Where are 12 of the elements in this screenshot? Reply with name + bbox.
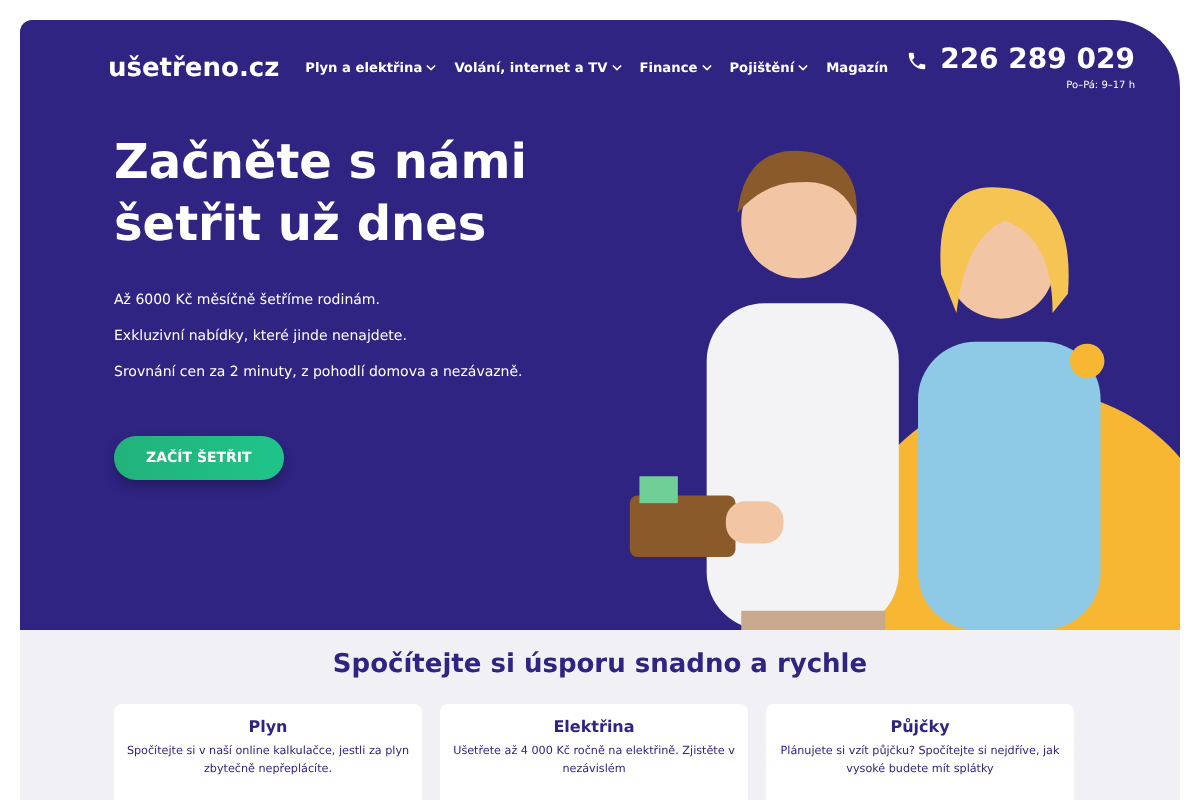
phone-icon bbox=[906, 49, 929, 71]
caret-icon bbox=[426, 64, 437, 72]
phone-number[interactable]: 226 289 029 bbox=[940, 44, 1135, 76]
card-title: Půjčky bbox=[888, 718, 952, 736]
caret-icon bbox=[611, 64, 622, 72]
site-logo[interactable]: ušetřeno.cz bbox=[108, 53, 280, 83]
hero-heading: Začněte s námi šetřit už dnes bbox=[114, 132, 529, 256]
card-title: Plyn bbox=[246, 718, 290, 736]
caret-icon bbox=[701, 64, 712, 72]
card-title: Elektřina bbox=[551, 718, 637, 736]
section-heading: Spočítejte si úsporu snadno a rychle bbox=[330, 648, 870, 680]
caret-icon bbox=[798, 64, 809, 72]
